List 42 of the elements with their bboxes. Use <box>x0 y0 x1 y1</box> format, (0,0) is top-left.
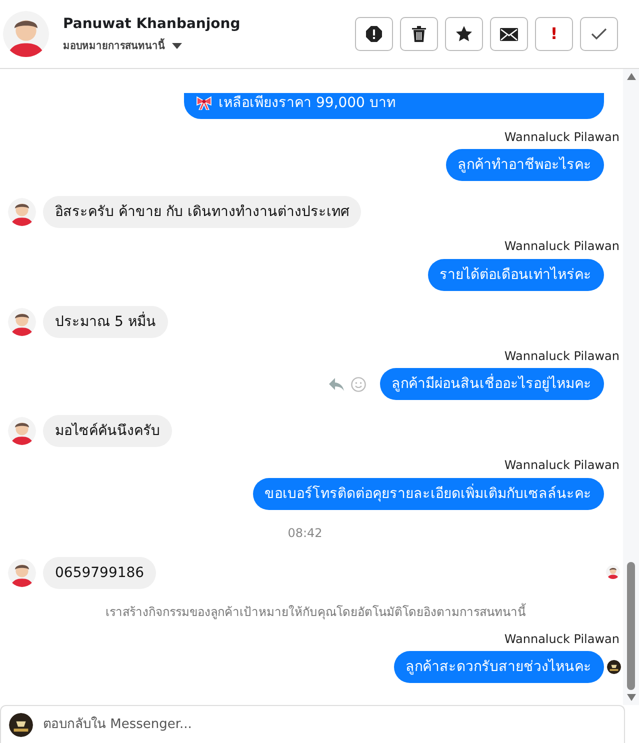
contact-avatar <box>8 417 36 445</box>
spam-button[interactable] <box>355 17 393 51</box>
contact-avatar <box>8 308 36 336</box>
caret-icon <box>172 43 182 50</box>
contact-avatar <box>3 11 49 57</box>
message-bubble: ประมาณ 5 หมื่น <box>43 306 168 338</box>
reply-icon[interactable] <box>328 378 344 390</box>
message-bubble: ลูกค้าทำอาชีพอะไรคะ <box>446 149 604 181</box>
contact-avatar <box>8 198 36 226</box>
sender-name: Wannaluck Pilawan <box>504 238 620 255</box>
alert-icon <box>366 26 382 42</box>
star-icon <box>456 26 472 42</box>
sender-name: Wannaluck Pilawan <box>504 128 620 146</box>
message-bubble: ขอเบอร์โทรติดต่อคุยรายละเอียดเพิ่มเติมกับเซลล์นะคะ <box>252 478 604 510</box>
scrollbar-thumb[interactable] <box>627 562 635 690</box>
page-avatar <box>9 712 33 736</box>
star-button[interactable] <box>445 17 483 51</box>
trash-icon <box>412 26 426 42</box>
sender-name: Wannaluck Pilawan <box>504 630 620 648</box>
contact-name: Panuwat Khanbanjong <box>63 15 240 34</box>
timestamp: 08:42 <box>288 524 322 542</box>
reply-field[interactable]: ตอบกลับใน Messenger... <box>0 705 625 743</box>
message-text: เหลือเพียงราคา 99,000 บาท <box>218 94 396 112</box>
delete-button[interactable] <box>400 17 438 51</box>
system-notice: เราสร้างกิจกรรมของลูกค้าเป้าหมายให้กับคุณโดยอัตโนมัติโดยอิงตามการสนทนานี้ <box>106 602 526 620</box>
scroll-down-icon[interactable] <box>626 694 636 701</box>
message-bubble: อิสระครับ ค้าขาย กับ เดินทางทำงานต่างประเทศ <box>43 196 362 228</box>
envelope-icon <box>500 28 518 40</box>
message-bubble: 0659799186 <box>43 556 156 588</box>
contact-avatar <box>8 558 36 586</box>
message-bubble: ลูกค้ามีผ่อนสินเชื่ออะไรอยู่ไหมคะ <box>380 368 604 400</box>
message-bubble: ลูกค้าสะดวกรับสายช่วงไหนคะ <box>394 651 604 683</box>
sender-name: Wannaluck Pilawan <box>504 457 620 474</box>
assign-dropdown[interactable]: มอบหมายการสนทนานี้ <box>63 38 240 54</box>
message-bubble: มอไซค์คันนึงครับ <box>43 415 172 447</box>
scroll-up-icon[interactable] <box>626 73 636 80</box>
sender-name: Wannaluck Pilawan <box>504 348 620 364</box>
mail-button[interactable] <box>490 17 528 51</box>
check-icon <box>591 28 607 40</box>
done-button[interactable] <box>580 17 618 51</box>
message-bubble: รายได้ต่อเดือนเท่าไหร่คะ <box>428 258 604 290</box>
urgent-button[interactable]: ! <box>535 17 573 51</box>
